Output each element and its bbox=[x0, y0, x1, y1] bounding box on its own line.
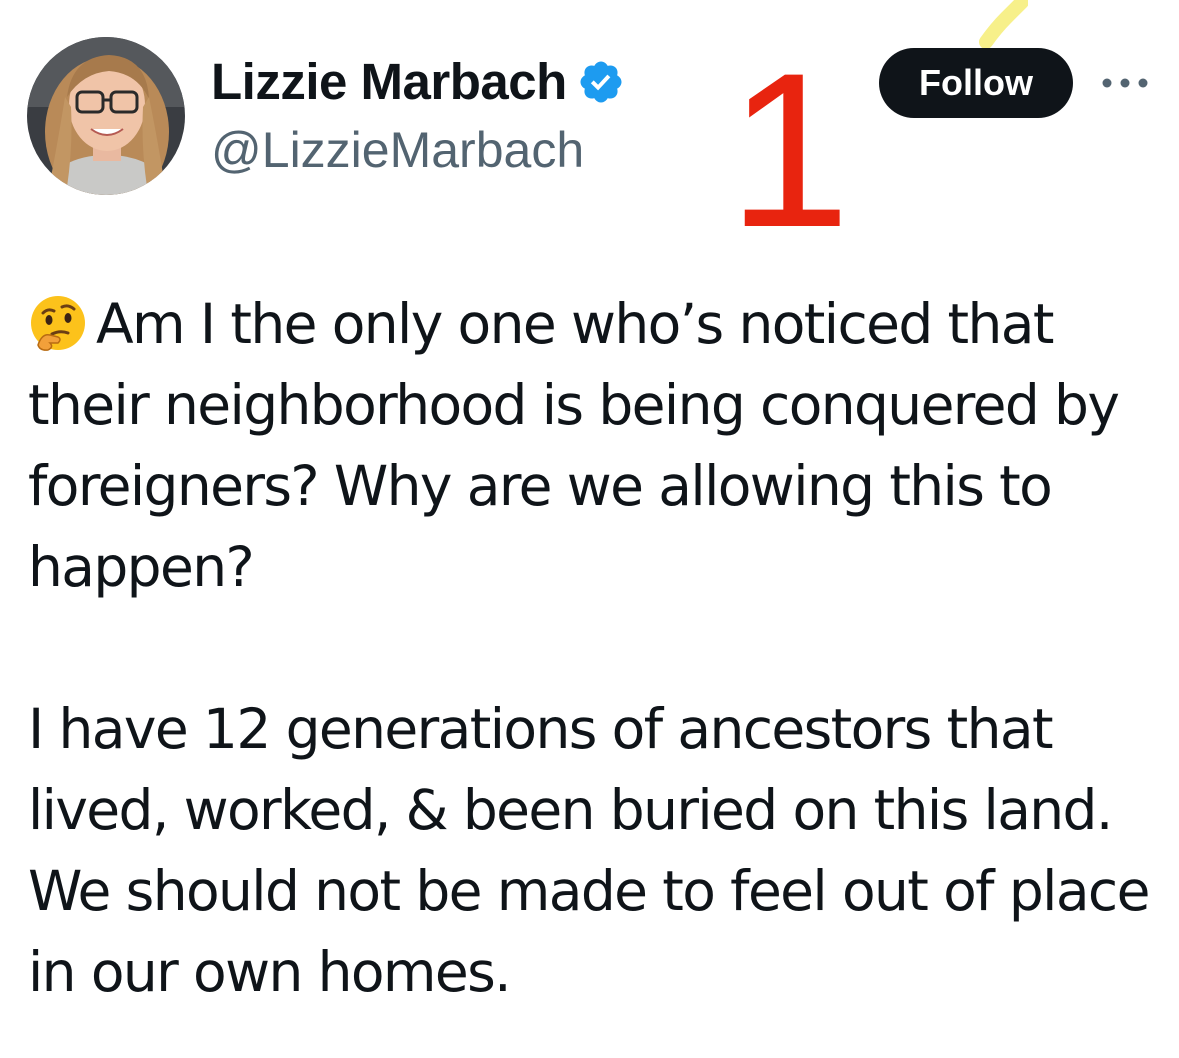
tweet-paragraph-1-text: Am I the only one who’s noticed that the… bbox=[28, 292, 1120, 599]
tweet-paragraph-1: Am I the only one who’s noticed that the… bbox=[28, 284, 1158, 608]
tweet-text: Am I the only one who’s noticed that the… bbox=[28, 284, 1158, 1013]
annotation-number: 1 bbox=[728, 27, 851, 273]
verified-badge-icon[interactable] bbox=[577, 58, 625, 106]
highlighter-mark bbox=[978, 0, 1029, 49]
avatar[interactable] bbox=[27, 37, 185, 195]
display-name[interactable]: Lizzie Marbach bbox=[211, 52, 567, 112]
profile-photo bbox=[27, 37, 185, 195]
tweet-paragraph-2: I have 12 generations of ancestors that … bbox=[28, 697, 1150, 1004]
ellipsis-icon[interactable] bbox=[1100, 76, 1150, 90]
author-handle[interactable]: @LizzieMarbach bbox=[211, 120, 584, 180]
author-name-row[interactable]: Lizzie Marbach bbox=[211, 52, 625, 112]
thinking-face-emoji-icon bbox=[28, 293, 88, 353]
follow-button[interactable]: Follow bbox=[879, 48, 1073, 118]
